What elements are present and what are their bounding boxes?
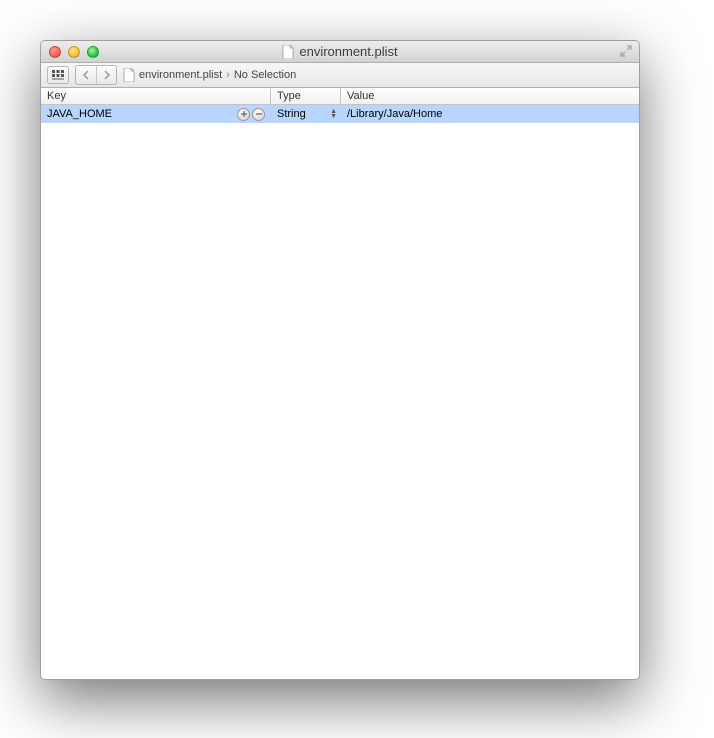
table-body[interactable]: JAVA_HOME String ▲ ▼ /Library/	[41, 105, 639, 679]
breadcrumb-file[interactable]: environment.plist	[139, 69, 222, 81]
document-icon	[282, 45, 294, 59]
type-stepper[interactable]: ▲ ▼	[330, 109, 337, 119]
remove-row-button[interactable]	[252, 108, 265, 121]
window-title: environment.plist	[41, 44, 639, 59]
nav-back-button[interactable]	[76, 66, 96, 84]
breadcrumb[interactable]: environment.plist › No Selection	[123, 68, 296, 82]
add-row-button[interactable]	[237, 108, 250, 121]
value-text: /Library/Java/Home	[347, 108, 442, 120]
chevron-down-icon: ▼	[330, 114, 337, 119]
chevron-right-icon: ›	[226, 69, 230, 81]
nav-buttons	[75, 65, 117, 85]
document-icon	[123, 68, 135, 82]
cell-key[interactable]: JAVA_HOME	[41, 108, 271, 121]
titlebar[interactable]: environment.plist	[41, 41, 639, 63]
close-button[interactable]	[49, 46, 61, 58]
row-actions	[237, 108, 265, 121]
header-value[interactable]: Value	[341, 88, 639, 104]
table-row[interactable]: JAVA_HOME String ▲ ▼ /Library/	[41, 105, 639, 123]
plist-editor-window: environment.plist environment.plist › No…	[40, 40, 640, 680]
table-header: Key Type Value	[41, 88, 639, 105]
breadcrumb-selection[interactable]: No Selection	[234, 69, 296, 81]
cell-type[interactable]: String ▲ ▼	[271, 108, 341, 120]
header-type[interactable]: Type	[271, 88, 341, 104]
zoom-button[interactable]	[87, 46, 99, 58]
key-text: JAVA_HOME	[47, 108, 112, 120]
header-key[interactable]: Key	[41, 88, 271, 104]
toolbar: environment.plist › No Selection	[41, 63, 639, 88]
minimize-button[interactable]	[68, 46, 80, 58]
nav-forward-button[interactable]	[96, 66, 116, 84]
fullscreen-icon[interactable]	[619, 44, 633, 58]
cell-value[interactable]: /Library/Java/Home	[341, 108, 639, 120]
window-title-text: environment.plist	[299, 44, 397, 59]
traffic-lights	[41, 46, 99, 58]
type-text: String	[277, 108, 306, 120]
view-mode-button[interactable]	[47, 66, 69, 84]
